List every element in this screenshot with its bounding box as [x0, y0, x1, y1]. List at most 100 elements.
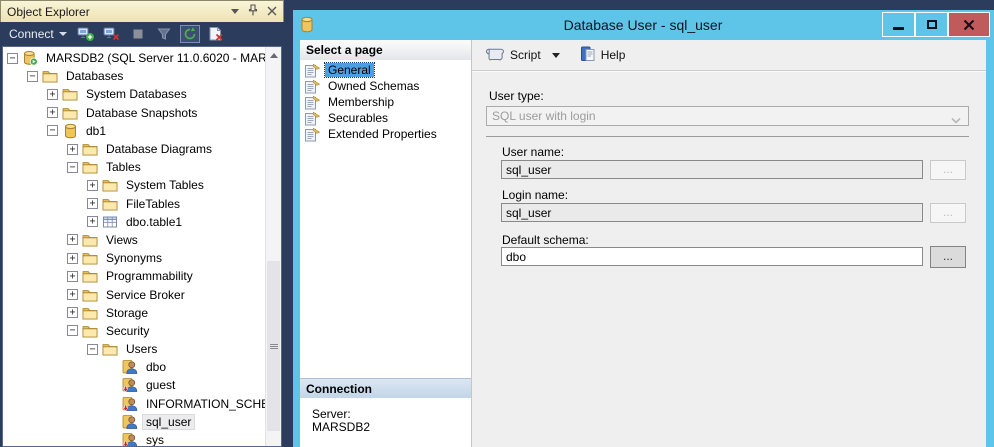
- expand-icon[interactable]: +: [67, 271, 78, 282]
- tree-item-database-snapshots[interactable]: +Database Snapshots: [3, 104, 265, 122]
- window-position-menu-icon[interactable]: [231, 9, 239, 14]
- collapse-icon[interactable]: −: [7, 53, 18, 64]
- help-icon: [580, 46, 596, 65]
- page-icon: [304, 63, 321, 78]
- minimize-icon: [893, 27, 904, 30]
- close-icon[interactable]: [267, 5, 277, 19]
- expand-icon[interactable]: +: [87, 216, 98, 227]
- tree-item-dbo-table1[interactable]: +dbo.table1: [3, 213, 265, 231]
- tree-item-database-diagrams[interactable]: +Database Diagrams: [3, 140, 265, 158]
- tree-item-views[interactable]: +Views: [3, 231, 265, 249]
- filter-icon[interactable]: [154, 25, 174, 43]
- tree-item-label: System Databases: [83, 87, 190, 101]
- close-button[interactable]: [948, 12, 990, 37]
- expand-icon[interactable]: +: [67, 307, 78, 318]
- select-page-panel: Select a page GeneralOwned SchemasMember…: [300, 40, 472, 447]
- collapse-icon[interactable]: −: [27, 71, 38, 82]
- select-page-header: Select a page: [300, 40, 471, 60]
- user-name-label: User name:: [502, 145, 564, 159]
- tree-item-dbo[interactable]: dbo: [3, 358, 265, 376]
- page-item-membership[interactable]: Membership: [300, 94, 471, 110]
- expand-icon[interactable]: +: [67, 289, 78, 300]
- user-name-field: [501, 160, 923, 179]
- refresh-icon[interactable]: [180, 25, 200, 43]
- tree-scrollbar[interactable]: [265, 47, 281, 446]
- tree-item-synonyms[interactable]: +Synonyms: [3, 249, 265, 267]
- expand-icon[interactable]: +: [47, 89, 58, 100]
- expand-icon[interactable]: +: [47, 107, 58, 118]
- minimize-button[interactable]: [882, 12, 915, 37]
- page-item-label: General: [325, 63, 374, 77]
- folder-icon: [82, 268, 98, 284]
- script-dropdown-icon[interactable]: [552, 53, 560, 58]
- expand-icon[interactable]: +: [67, 253, 78, 264]
- object-explorer-panel: Object Explorer Connect: [0, 0, 284, 447]
- expand-icon[interactable]: +: [67, 144, 78, 155]
- user-disabled-icon: [122, 377, 138, 393]
- tree-item-label: guest: [143, 378, 178, 392]
- collapse-icon[interactable]: −: [67, 325, 78, 336]
- page-item-general[interactable]: General: [300, 62, 471, 78]
- page-item-label: Securables: [325, 111, 391, 125]
- tree-item-programmability[interactable]: + Programmability: [3, 267, 265, 285]
- tree-item-db1[interactable]: −db1: [3, 122, 265, 140]
- script-button[interactable]: Script: [510, 48, 541, 62]
- connect-server-icon[interactable]: [76, 25, 96, 43]
- disconnect-server-icon[interactable]: [102, 25, 122, 43]
- folder-icon: [42, 68, 58, 84]
- page-item-extended-properties[interactable]: Extended Properties: [300, 126, 471, 142]
- expand-icon[interactable]: +: [87, 198, 98, 209]
- tree-item-service-broker[interactable]: +Service Broker: [3, 285, 265, 303]
- tree-item-sql-user[interactable]: sql_user: [3, 413, 265, 431]
- default-schema-field[interactable]: [501, 247, 923, 266]
- page-item-owned-schemas[interactable]: Owned Schemas: [300, 78, 471, 94]
- folder-icon: [102, 196, 118, 212]
- tree-item-security[interactable]: − Security: [3, 322, 265, 340]
- connect-button[interactable]: Connect: [6, 25, 70, 43]
- tree-item-guest[interactable]: guest: [3, 376, 265, 394]
- folder-icon: [82, 141, 98, 157]
- default-schema-browse-button[interactable]: ...: [930, 246, 966, 268]
- script-error-icon[interactable]: [206, 25, 226, 43]
- tree-item-tables[interactable]: − Tables: [3, 158, 265, 176]
- dialog-main-panel: Script Help User type: SQL user with log…: [472, 40, 986, 447]
- tree-item-label: System Tables: [123, 178, 207, 192]
- tree-item-system-tables[interactable]: + System Tables: [3, 176, 265, 194]
- user-name-browse-button: ...: [930, 160, 966, 180]
- help-button[interactable]: Help: [601, 48, 626, 62]
- scrollbar-thumb[interactable]: [267, 261, 280, 431]
- dialog-toolbar: Script Help: [472, 40, 986, 71]
- scrollbar-up-icon[interactable]: [266, 47, 281, 63]
- tree-item-label: Programmability: [103, 269, 196, 283]
- tree-item-label: Databases: [63, 69, 126, 83]
- maximize-button[interactable]: [915, 12, 948, 37]
- tree-item-information-schema[interactable]: INFORMATION_SCHEMA: [3, 395, 265, 413]
- tree-item-filetables[interactable]: +FileTables: [3, 195, 265, 213]
- tree-item-marsdb2-sql-server-11-0-6020-marsd[interactable]: −MARSDB2 (SQL Server 11.0.6020 - MARSD: [3, 49, 265, 67]
- tree-item-databases[interactable]: − Databases: [3, 67, 265, 85]
- tree-item-storage[interactable]: +Storage: [3, 304, 265, 322]
- database-icon: [62, 123, 78, 139]
- dialog-titlebar[interactable]: Database User - sql_user: [300, 10, 986, 40]
- tree-item-label: Tables: [103, 160, 144, 174]
- tree-item-sys[interactable]: sys: [3, 431, 265, 447]
- expand-icon[interactable]: +: [87, 180, 98, 191]
- pin-icon[interactable]: [248, 4, 258, 19]
- folder-icon: [82, 305, 98, 321]
- collapse-icon[interactable]: −: [87, 344, 98, 355]
- folder-icon: [82, 232, 98, 248]
- expand-icon[interactable]: +: [67, 234, 78, 245]
- tree-item-label: Security: [103, 324, 152, 338]
- database-icon: [300, 16, 314, 36]
- maximize-icon: [927, 20, 937, 29]
- collapse-icon[interactable]: −: [47, 125, 58, 136]
- server-icon: [22, 50, 38, 66]
- collapse-icon[interactable]: −: [67, 162, 78, 173]
- tree-item-system-databases[interactable]: + System Databases: [3, 85, 265, 103]
- tree-item-label: sql_user: [143, 415, 194, 429]
- tree-item-label: dbo: [143, 360, 169, 374]
- page-item-securables[interactable]: Securables: [300, 110, 471, 126]
- page-icon: [304, 79, 321, 94]
- tree-item-users[interactable]: −Users: [3, 340, 265, 358]
- close-icon: [963, 19, 975, 31]
